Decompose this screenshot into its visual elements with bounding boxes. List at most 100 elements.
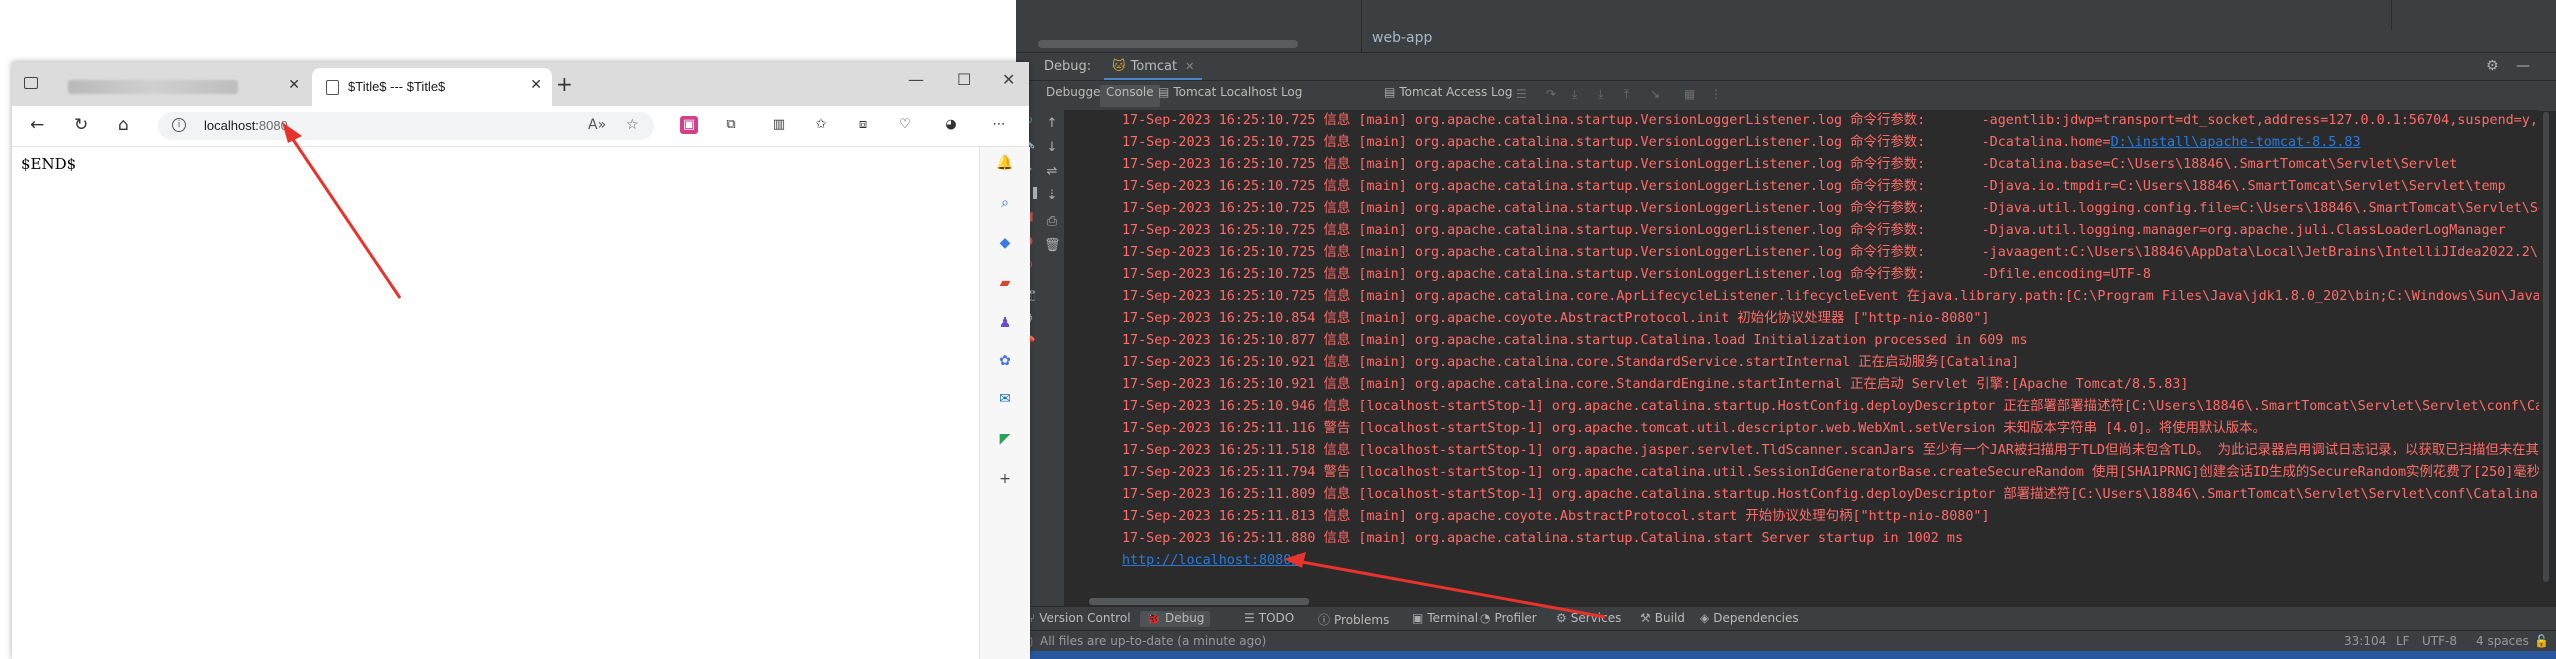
file-encoding[interactable]: UTF-8 (2422, 634, 2457, 648)
extensions-puzzle-icon[interactable]: ⧉ (722, 116, 740, 134)
tab-actions-icon[interactable] (24, 77, 38, 89)
outlook-icon[interactable]: ✉ (996, 391, 1014, 409)
split-screen-icon[interactable]: ▥ (770, 116, 788, 134)
games-icon[interactable]: ♟ (996, 315, 1014, 333)
trash-icon[interactable]: 🗑 (1044, 238, 1061, 254)
console-line: 17-Sep-2023 16:25:10.725 信息 [main] org.a… (1122, 267, 2151, 282)
server-url-link[interactable]: http://localhost:8080/ (1122, 553, 1299, 568)
debug-tool-header: Debug: 🐱 Tomcat ✕ ⚙ — (1016, 52, 2556, 81)
address-host: localhost: (204, 118, 259, 133)
console-output[interactable]: 17-Sep-2023 16:25:10.725 信息 [main] org.a… (1065, 110, 2539, 600)
console-line: 17-Sep-2023 16:25:11.813 信息 [main] org.a… (1122, 509, 1990, 524)
console-toolbar: ↑ ↓ ⇌ ⇣ ⎙ 🗑 (1040, 110, 1065, 610)
tab-title: $Title$ --- $Title$ (348, 79, 446, 94)
maximize-window-button[interactable]: ☐ (957, 70, 971, 89)
new-tab-button[interactable]: + (556, 72, 573, 96)
page-icon (326, 80, 339, 95)
up-arrow-icon[interactable]: ↑ (1044, 116, 1060, 132)
debug-label: Debug: (1044, 59, 1092, 74)
favorites-icon[interactable]: ✩ (812, 116, 830, 134)
catalina-home-link[interactable]: D:\install\apache-tomcat-8.5.83 (2111, 135, 2361, 150)
search-icon[interactable]: ⌕ (996, 195, 1014, 213)
evaluate-icon[interactable]: ▦ (1684, 87, 1695, 101)
indent-setting[interactable]: 4 spaces (2476, 634, 2529, 648)
console-line: 17-Sep-2023 16:25:11.880 信息 [main] org.a… (1122, 531, 1964, 546)
step-over-icon[interactable]: ↷ (1546, 87, 1556, 101)
close-tab-icon[interactable]: ✕ (288, 77, 300, 93)
tab-tomcat-access-log[interactable]: ▤ Tomcat Access Log (1378, 85, 1518, 107)
back-icon[interactable]: ← (30, 115, 44, 135)
line-ending[interactable]: LF (2396, 634, 2410, 648)
ide-top-panels: web-app (1016, 0, 2556, 52)
close-icon[interactable]: ✕ (1185, 60, 1194, 73)
tool-profiler[interactable]: ◔ Profiler (1480, 611, 1537, 627)
console-vertical-scrollbar[interactable] (2543, 112, 2549, 582)
down-arrow-icon[interactable]: ↓ (1044, 140, 1060, 156)
minimize-icon[interactable]: — (2516, 58, 2530, 74)
lock-icon[interactable]: 🔓 (2534, 634, 2549, 648)
console-line: 17-Sep-2023 16:25:10.725 信息 [main] org.a… (1122, 201, 2539, 216)
bell-icon[interactable]: 🔔 (996, 155, 1014, 173)
shopping-tag-icon[interactable]: ◆ (996, 235, 1014, 253)
console-line: http://localhost:8080/ (1122, 550, 1299, 572)
console-line-text: 17-Sep-2023 16:25:10.725 信息 [main] org.a… (1122, 135, 2111, 150)
run-config-tab-tomcat[interactable]: 🐱 Tomcat ✕ (1104, 56, 1203, 80)
address-port: 8080 (258, 118, 288, 133)
tool-debug[interactable]: 🐞 Debug (1140, 611, 1211, 627)
microsoft-365-icon[interactable]: ✿ (996, 353, 1014, 371)
trace-icon[interactable]: ⋮ (1710, 87, 1722, 101)
drop-icon[interactable]: ◤ (996, 431, 1014, 449)
close-window-button[interactable]: ✕ (1002, 70, 1015, 89)
menu-icon[interactable]: ☰ (1516, 87, 1527, 101)
console-line: 17-Sep-2023 16:25:11.794 警告 [localhost-s… (1122, 465, 2539, 480)
add-sidebar-app-icon[interactable]: + (996, 471, 1014, 489)
tool-services[interactable]: ⚙ Services (1556, 611, 1621, 627)
list-icon: ☰ (1244, 611, 1255, 625)
tab-tomcat-localhost-log[interactable]: ▤ Tomcat Localhost Log (1152, 85, 1308, 107)
favorite-star-icon[interactable]: ☆ (626, 117, 639, 133)
tool-version-control[interactable]: ⑂ Version Control (1028, 611, 1131, 627)
browser-tab-active[interactable]: $Title$ --- $Title$ ✕ (312, 68, 552, 106)
minimize-window-button[interactable]: — (908, 70, 924, 89)
gear-icon[interactable]: ⚙ (2486, 58, 2499, 74)
address-bar[interactable]: i localhost:8080 A» ☆ (158, 112, 654, 140)
print-icon[interactable]: ⎙ (1044, 214, 1060, 230)
step-out-icon[interactable]: ⤒ (1624, 87, 1629, 102)
refresh-icon[interactable]: ↻ (74, 115, 88, 135)
console-line: 17-Sep-2023 16:25:10.725 信息 [main] org.a… (1122, 223, 2506, 238)
run-to-cursor-icon[interactable]: ↘ (1650, 87, 1660, 101)
scroll-to-end-icon[interactable]: ⇣ (1044, 188, 1060, 204)
more-menu-icon[interactable]: ⋯ (990, 116, 1008, 134)
profile-avatar-icon[interactable]: ◕ (942, 116, 960, 134)
step-into-icon[interactable]: ⤓ (1572, 87, 1577, 102)
home-icon[interactable]: ⌂ (118, 115, 129, 135)
browser-toolbar: ← ↻ ⌂ i localhost:8080 A» ☆ ▣ ⧉ ▥ ✩ ⧈ ♡ … (12, 106, 1029, 147)
tool-dependencies[interactable]: ◈ Dependencies (1700, 611, 1799, 627)
extension-icon[interactable]: ▣ (680, 116, 698, 134)
console-line: 17-Sep-2023 16:25:10.725 信息 [main] org.a… (1122, 157, 2458, 172)
tool-todo[interactable]: ☰ TODO (1244, 611, 1294, 627)
tool-build[interactable]: ⚒ Build (1640, 611, 1685, 627)
browser-essentials-icon[interactable]: ♡ (896, 116, 914, 134)
force-step-into-icon[interactable]: ⤓ (1598, 87, 1603, 102)
cursor-position[interactable]: 33:104 (2344, 634, 2386, 648)
status-message[interactable]: All files are up-to-date (a minute ago) (1040, 634, 1266, 648)
tab-console[interactable]: Console (1100, 85, 1160, 107)
read-aloud-icon[interactable]: A» (588, 117, 606, 133)
browser-tab-bar: ✕ $Title$ --- $Title$ ✕ + — ☐ ✕ (12, 62, 1029, 106)
tool-problems[interactable]: ⓘ Problems (1318, 611, 1389, 627)
site-info-icon[interactable]: i (172, 118, 186, 132)
top-panel-scrollbar[interactable] (1038, 40, 1298, 48)
console-line: 17-Sep-2023 16:25:11.116 警告 [localhost-s… (1122, 421, 2266, 436)
console-line: 17-Sep-2023 16:25:10.725 信息 [main] org.a… (1122, 113, 2539, 128)
collections-icon[interactable]: ⧈ (854, 116, 872, 134)
browser-tab-inactive[interactable]: ✕ (50, 68, 310, 106)
console-line: 17-Sep-2023 16:25:10.725 信息 [main] org.a… (1122, 289, 2539, 304)
close-tab-icon[interactable]: ✕ (530, 77, 542, 93)
tools-icon[interactable]: ▰ (996, 275, 1014, 293)
console-horizontal-scrollbar[interactable] (1089, 598, 1309, 605)
hammer-icon: ⚒ (1640, 611, 1651, 625)
soft-wrap-icon[interactable]: ⇌ (1044, 164, 1060, 180)
tool-terminal[interactable]: ▣ Terminal (1412, 611, 1478, 627)
address-text[interactable]: localhost:8080 (204, 118, 288, 133)
